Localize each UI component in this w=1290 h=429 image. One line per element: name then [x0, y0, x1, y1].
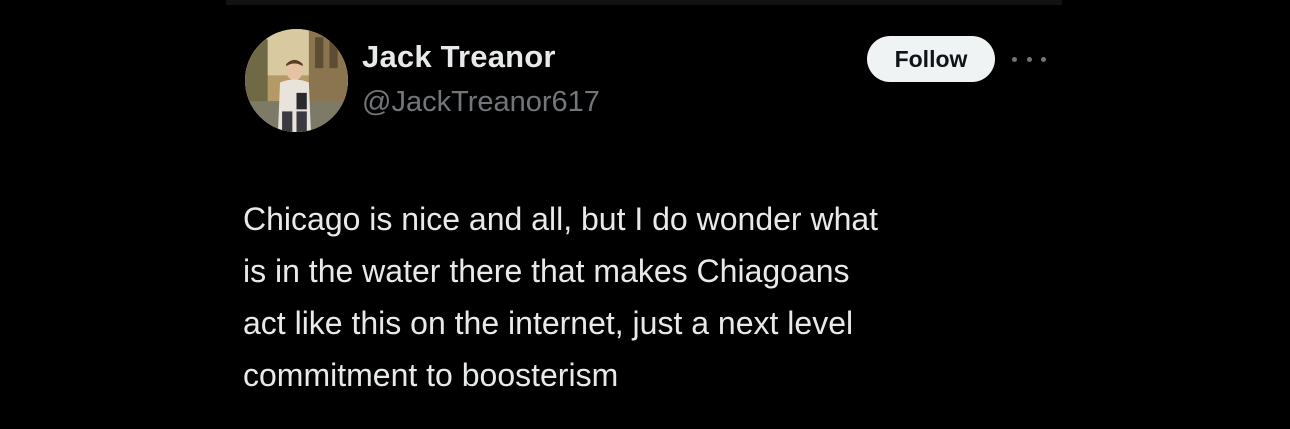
- more-dot: [1026, 56, 1032, 62]
- tweet-text: Chicago is nice and all, but I do wonder…: [243, 193, 1043, 401]
- tweet-line: commitment to boosterism: [243, 357, 619, 393]
- tweet-line: act like this on the internet, just a ne…: [243, 305, 854, 341]
- more-dot: [1012, 56, 1017, 62]
- more-dot: [1041, 56, 1046, 62]
- profile-photo: [245, 29, 348, 132]
- top-divider: [226, 0, 1062, 5]
- follow-button[interactable]: Follow: [867, 36, 995, 82]
- more-horizontal-icon[interactable]: [1012, 50, 1046, 68]
- tweet-line: is in the water there that makes Chiagoa…: [243, 253, 850, 289]
- user-handle[interactable]: @JackTreanor617: [362, 86, 600, 119]
- tweet-line: Chicago is nice and all, but I do wonder…: [243, 201, 879, 237]
- avatar[interactable]: [245, 29, 348, 132]
- display-name[interactable]: Jack Treanor: [362, 39, 556, 75]
